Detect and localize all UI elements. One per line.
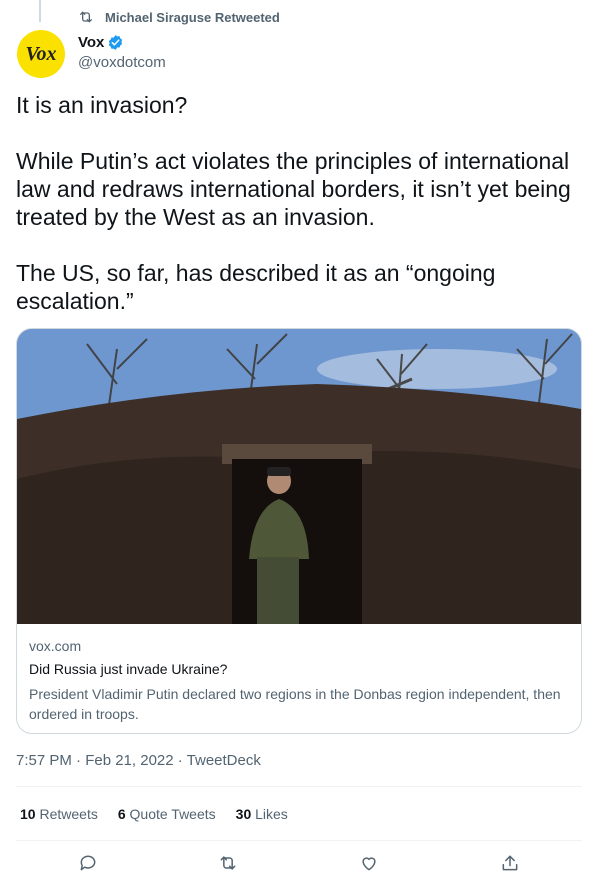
retweet-button[interactable]	[214, 849, 242, 877]
retweet-icon	[80, 11, 92, 23]
stat-quote-tweets-count: 6	[117, 806, 126, 822]
card-title: Did Russia just invade Ukraine?	[29, 661, 228, 677]
card-domain: vox.com	[29, 638, 82, 654]
thread-line	[39, 0, 41, 22]
tweet-text: It is an invasion? While Putin’s act vio…	[16, 92, 571, 314]
divider-bottom	[16, 840, 582, 841]
stat-retweets-label: Retweets	[39, 806, 98, 822]
engagement-stats: 10 Retweets 6 Quote Tweets 30 Likes	[20, 806, 288, 822]
trench-photo-illustration	[17, 329, 581, 624]
author-block: Vox @voxdotcom	[78, 33, 166, 71]
card-image	[17, 329, 581, 624]
link-card[interactable]: vox.com Did Russia just invade Ukraine? …	[16, 328, 582, 734]
retweet-context-label: Michael Siraguse Retweeted	[105, 9, 280, 25]
retweet-icon	[220, 856, 236, 870]
like-icon	[362, 857, 376, 871]
reply-button[interactable]	[74, 849, 102, 877]
divider-top	[16, 786, 582, 787]
stat-likes[interactable]: 30 Likes	[236, 806, 288, 822]
author-handle[interactable]: @voxdotcom	[78, 54, 166, 71]
stat-retweets-count: 10	[20, 806, 36, 822]
author-name-label: Vox	[78, 34, 105, 51]
action-bar	[0, 849, 598, 877]
avatar[interactable]: Vox	[17, 30, 65, 78]
avatar-logo-text: Vox	[25, 42, 57, 65]
card-meta: vox.com Did Russia just invade Ukraine? …	[29, 638, 574, 724]
author-name[interactable]: Vox	[78, 33, 166, 52]
reply-icon	[80, 855, 96, 871]
verified-badge-icon	[109, 35, 123, 50]
stat-likes-label: Likes	[255, 806, 288, 822]
retweet-context[interactable]: Michael Siraguse Retweeted	[78, 9, 280, 25]
stat-quote-tweets[interactable]: 6 Quote Tweets	[118, 806, 216, 822]
stat-retweets[interactable]: 10 Retweets	[20, 806, 98, 822]
card-description: President Vladimir Putin declared two re…	[29, 686, 561, 722]
share-button[interactable]	[496, 849, 524, 877]
tweet-timestamp[interactable]: 7:57 PM · Feb 21, 2022 · TweetDeck	[16, 752, 261, 769]
like-button[interactable]	[355, 849, 383, 877]
stat-likes-count: 30	[235, 806, 252, 822]
stat-quote-tweets-label: Quote Tweets	[129, 806, 216, 822]
share-icon	[502, 855, 518, 871]
